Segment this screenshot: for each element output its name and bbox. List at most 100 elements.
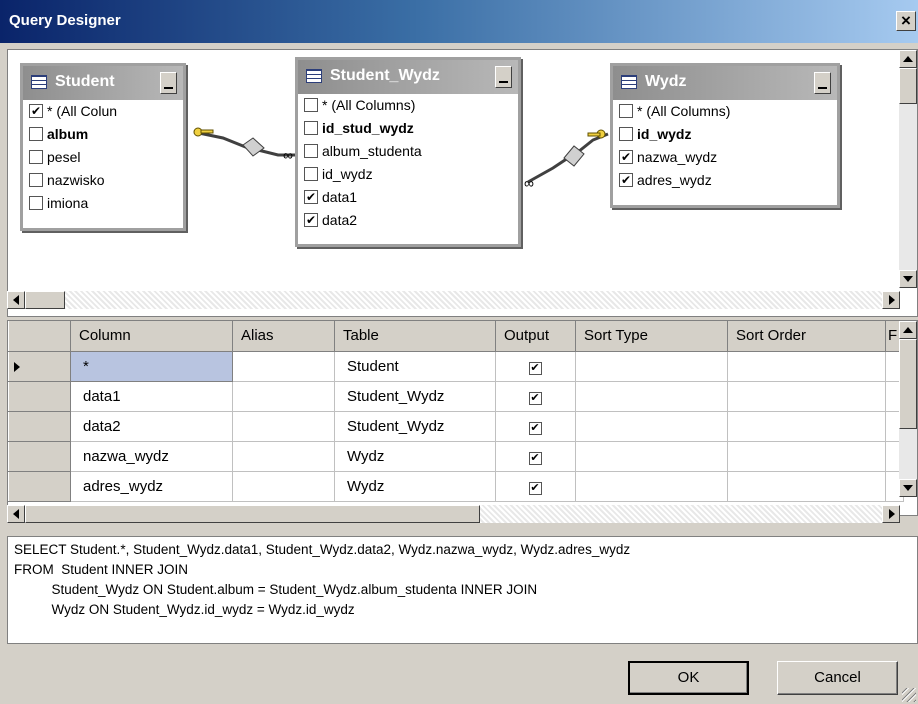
cell-table[interactable]: Student_Wydz xyxy=(334,381,496,412)
scroll-thumb[interactable] xyxy=(25,505,480,523)
table-header[interactable]: Wydz xyxy=(613,66,837,100)
cell-alias[interactable] xyxy=(232,441,335,472)
cell-sort-order[interactable] xyxy=(727,471,886,502)
column-checkbox[interactable]: ✔ xyxy=(304,190,318,204)
cell-output[interactable]: ✔ xyxy=(495,471,576,502)
cell-column[interactable]: adres_wydz xyxy=(70,471,233,502)
table-wydz[interactable]: Wydz * (All Columns) id_wydz ✔ nazwa_wydz… xyxy=(610,63,840,208)
column-checkbox[interactable]: ✔ xyxy=(619,173,633,187)
table-row[interactable]: data2 Student_Wydz ✔ xyxy=(8,410,904,442)
row-selector[interactable] xyxy=(8,350,71,382)
cell-table[interactable]: Wydz xyxy=(334,441,496,472)
cell-sort-order[interactable] xyxy=(727,351,886,382)
sql-line[interactable]: Wydz ON Student_Wydz.id_wydz = Wydz.id_w… xyxy=(14,600,917,620)
scroll-up-button[interactable] xyxy=(899,50,917,68)
cell-alias[interactable] xyxy=(232,381,335,412)
column-item[interactable]: ✔ adres_wydz xyxy=(613,169,837,192)
column-item[interactable]: id_stud_wydz xyxy=(298,117,518,140)
column-item[interactable]: album xyxy=(23,123,183,146)
cell-column[interactable]: * xyxy=(70,350,233,382)
sql-line[interactable]: Student_Wydz ON Student.album = Student_… xyxy=(14,580,917,600)
cancel-button[interactable]: Cancel xyxy=(777,661,898,695)
table-row[interactable]: adres_wydz Wydz ✔ xyxy=(8,470,904,502)
cell-sort-type[interactable] xyxy=(575,411,728,442)
output-checkbox[interactable]: ✔ xyxy=(528,361,542,375)
cell-output[interactable]: ✔ xyxy=(495,411,576,442)
column-item[interactable]: pesel xyxy=(23,146,183,169)
row-selector[interactable] xyxy=(8,440,71,472)
cell-sort-type[interactable] xyxy=(575,471,728,502)
cell-table[interactable]: Wydz xyxy=(334,471,496,502)
cell-column[interactable]: data1 xyxy=(70,381,233,412)
column-checkbox[interactable] xyxy=(304,167,318,181)
table-row[interactable]: data1 Student_Wydz ✔ xyxy=(8,380,904,412)
table-row[interactable]: * Student ✔ xyxy=(8,350,904,382)
cell-sort-order[interactable] xyxy=(727,441,886,472)
cell-sort-type[interactable] xyxy=(575,441,728,472)
criteria-grid[interactable]: Column Alias Table Output Sort Type Sort… xyxy=(7,320,918,516)
column-item[interactable]: id_wydz xyxy=(298,163,518,186)
column-checkbox[interactable]: ✔ xyxy=(29,104,43,118)
cell-column[interactable]: data2 xyxy=(70,411,233,442)
column-checkbox[interactable] xyxy=(304,144,318,158)
row-selector[interactable] xyxy=(8,470,71,502)
cell-table[interactable]: Student xyxy=(334,351,496,382)
minimize-button[interactable] xyxy=(160,72,177,94)
cell-sort-type[interactable] xyxy=(575,351,728,382)
column-item[interactable]: ✔ nazwa_wydz xyxy=(613,146,837,169)
cell-alias[interactable] xyxy=(232,351,335,382)
row-selector[interactable] xyxy=(8,380,71,412)
scroll-thumb[interactable] xyxy=(899,68,917,104)
column-checkbox[interactable] xyxy=(304,121,318,135)
cell-output[interactable]: ✔ xyxy=(495,351,576,382)
output-checkbox[interactable]: ✔ xyxy=(528,451,542,465)
column-item[interactable]: album_studenta xyxy=(298,140,518,163)
grid-vertical-scrollbar[interactable] xyxy=(899,321,917,497)
scroll-right-button[interactable] xyxy=(882,291,900,309)
minimize-button[interactable] xyxy=(814,72,831,94)
column-item[interactable]: * (All Columns) xyxy=(298,94,518,117)
minimize-button[interactable] xyxy=(495,66,512,88)
output-checkbox[interactable]: ✔ xyxy=(528,421,542,435)
column-checkbox[interactable] xyxy=(619,104,633,118)
output-checkbox[interactable]: ✔ xyxy=(528,391,542,405)
column-checkbox[interactable]: ✔ xyxy=(304,213,318,227)
scroll-down-button[interactable] xyxy=(899,270,917,288)
cell-alias[interactable] xyxy=(232,411,335,442)
column-checkbox[interactable] xyxy=(29,196,43,210)
column-checkbox[interactable] xyxy=(29,127,43,141)
col-header-alias[interactable]: Alias xyxy=(232,321,335,352)
col-header-table[interactable]: Table xyxy=(334,321,496,352)
table-header[interactable]: Student_Wydz xyxy=(298,60,518,94)
column-item[interactable]: nazwisko xyxy=(23,169,183,192)
column-item[interactable]: ✔ data1 xyxy=(298,186,518,209)
cell-column[interactable]: nazwa_wydz xyxy=(70,441,233,472)
resize-grip-icon[interactable] xyxy=(902,688,916,702)
sql-line[interactable]: FROM Student INNER JOIN xyxy=(14,560,917,580)
column-checkbox[interactable] xyxy=(29,150,43,164)
column-item[interactable]: id_wydz xyxy=(613,123,837,146)
column-item[interactable]: * (All Columns) xyxy=(613,100,837,123)
row-selector[interactable] xyxy=(8,410,71,442)
cell-table[interactable]: Student_Wydz xyxy=(334,411,496,442)
table-student-wydz[interactable]: Student_Wydz * (All Columns) id_stud_wyd… xyxy=(295,57,521,247)
diagram-horizontal-scrollbar[interactable] xyxy=(7,291,900,309)
cell-output[interactable]: ✔ xyxy=(495,381,576,412)
diagram-pane[interactable]: ∞ ∞ Student ✔ * (All Colun album pesel na… xyxy=(7,49,918,317)
table-header[interactable]: Student xyxy=(23,66,183,100)
column-checkbox[interactable]: ✔ xyxy=(619,150,633,164)
col-header-sort-order[interactable]: Sort Order xyxy=(727,321,886,352)
cell-alias[interactable] xyxy=(232,471,335,502)
output-checkbox[interactable]: ✔ xyxy=(528,481,542,495)
col-header-column[interactable]: Column xyxy=(70,321,233,352)
scroll-right-button[interactable] xyxy=(882,505,900,523)
scroll-left-button[interactable] xyxy=(7,505,25,523)
col-header-output[interactable]: Output xyxy=(495,321,576,352)
column-item[interactable]: ✔ * (All Colun xyxy=(23,100,183,123)
scroll-thumb[interactable] xyxy=(25,291,65,309)
cell-output[interactable]: ✔ xyxy=(495,441,576,472)
sql-line[interactable]: SELECT Student.*, Student_Wydz.data1, St… xyxy=(14,540,917,560)
cell-sort-order[interactable] xyxy=(727,411,886,442)
column-checkbox[interactable] xyxy=(619,127,633,141)
scroll-left-button[interactable] xyxy=(7,291,25,309)
